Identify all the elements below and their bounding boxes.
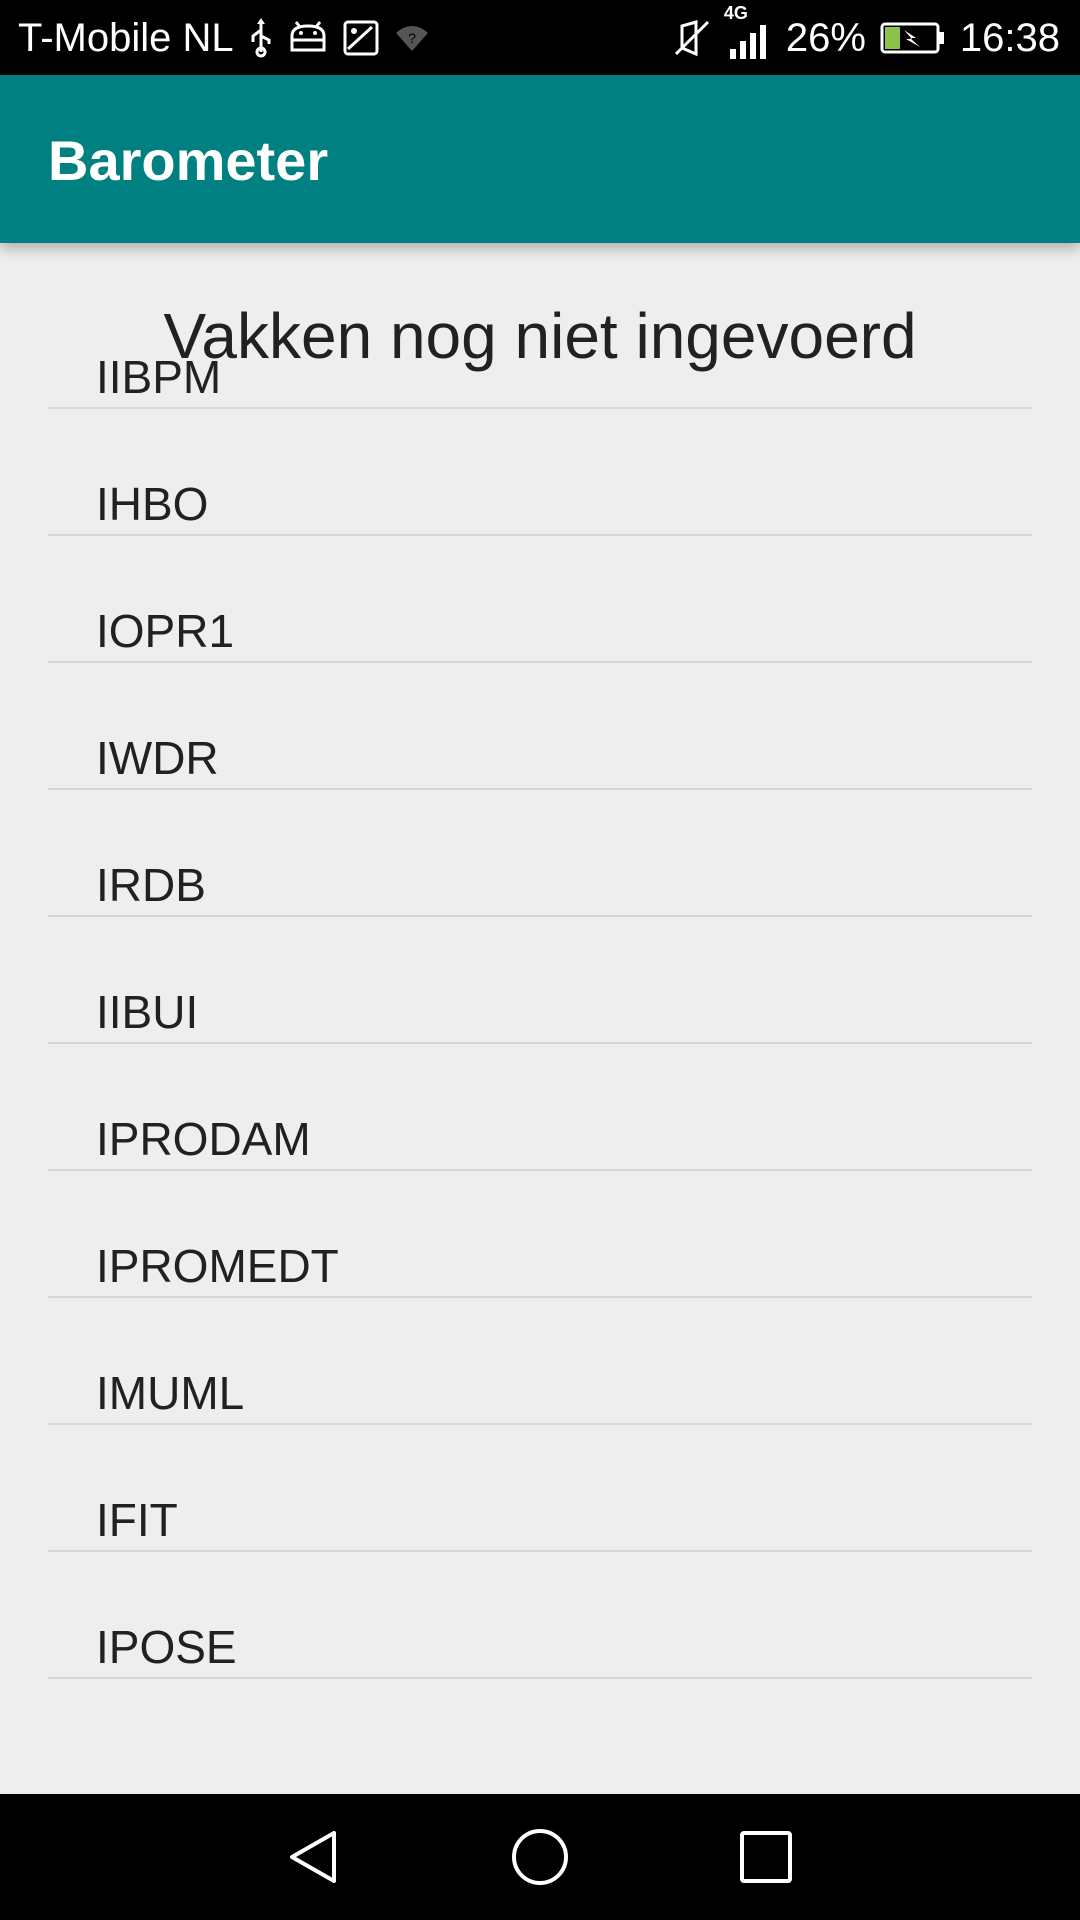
navigation-bar	[0, 1794, 1080, 1920]
android-debug-icon	[288, 20, 328, 56]
course-label: IFIT	[96, 1493, 178, 1546]
recents-button[interactable]	[726, 1817, 806, 1897]
course-item[interactable]: IPRODAM	[48, 1044, 1032, 1171]
section-heading: Vakken nog niet ingevoerd	[163, 300, 917, 372]
course-item[interactable]: IPROMEDT	[48, 1171, 1032, 1298]
clock: 16:38	[959, 15, 1060, 60]
home-icon	[512, 1829, 568, 1885]
mute-icon	[672, 18, 712, 58]
back-icon	[290, 1831, 336, 1883]
course-item[interactable]: IFIT	[48, 1425, 1032, 1552]
usb-icon	[248, 17, 274, 58]
course-label: IPROMEDT	[96, 1239, 339, 1292]
course-item[interactable]: IPOSE	[48, 1552, 1032, 1679]
course-item[interactable]: IIBUI	[48, 917, 1032, 1044]
status-bar: T-Mobile NL ? 4G 26% 16:38	[0, 0, 1080, 75]
carrier-label: T-Mobile NL	[18, 15, 234, 60]
app-title: Barometer	[48, 129, 329, 192]
wifi-unknown-icon: ?	[394, 23, 430, 53]
network-type-label: 4G	[723, 2, 748, 23]
signal-icon: 4G	[724, 3, 772, 61]
battery-charging-icon	[880, 21, 946, 55]
course-item[interactable]: IOPR1	[48, 536, 1032, 663]
app-bar: Barometer	[0, 75, 1080, 243]
course-label: IRDB	[96, 858, 206, 911]
battery-percent: 26%	[785, 15, 866, 60]
course-item[interactable]: IMUML	[48, 1298, 1032, 1425]
course-label: IMUML	[96, 1366, 245, 1419]
course-item[interactable]: IWDR	[48, 663, 1032, 790]
course-label: IIBUI	[96, 985, 199, 1038]
svg-text:?: ?	[408, 30, 416, 46]
home-button[interactable]	[500, 1817, 580, 1897]
course-item[interactable]: IRDB	[48, 790, 1032, 917]
main-content: Vakken nog niet ingevoerd IIBPM IHBO IOP…	[0, 243, 1080, 1794]
recents-icon	[740, 1831, 792, 1883]
status-left: T-Mobile NL ?	[18, 15, 430, 60]
course-label: IWDR	[96, 731, 219, 784]
status-right: 4G 26% 16:38	[672, 3, 1060, 61]
course-label: IOPR1	[96, 604, 235, 657]
course-label: IPRODAM	[96, 1112, 311, 1165]
course-label: IHBO	[96, 477, 209, 530]
image-notification-icon	[342, 19, 380, 57]
back-button[interactable]	[274, 1817, 354, 1897]
course-item[interactable]: IHBO	[48, 409, 1032, 536]
course-label: IPOSE	[96, 1620, 237, 1673]
